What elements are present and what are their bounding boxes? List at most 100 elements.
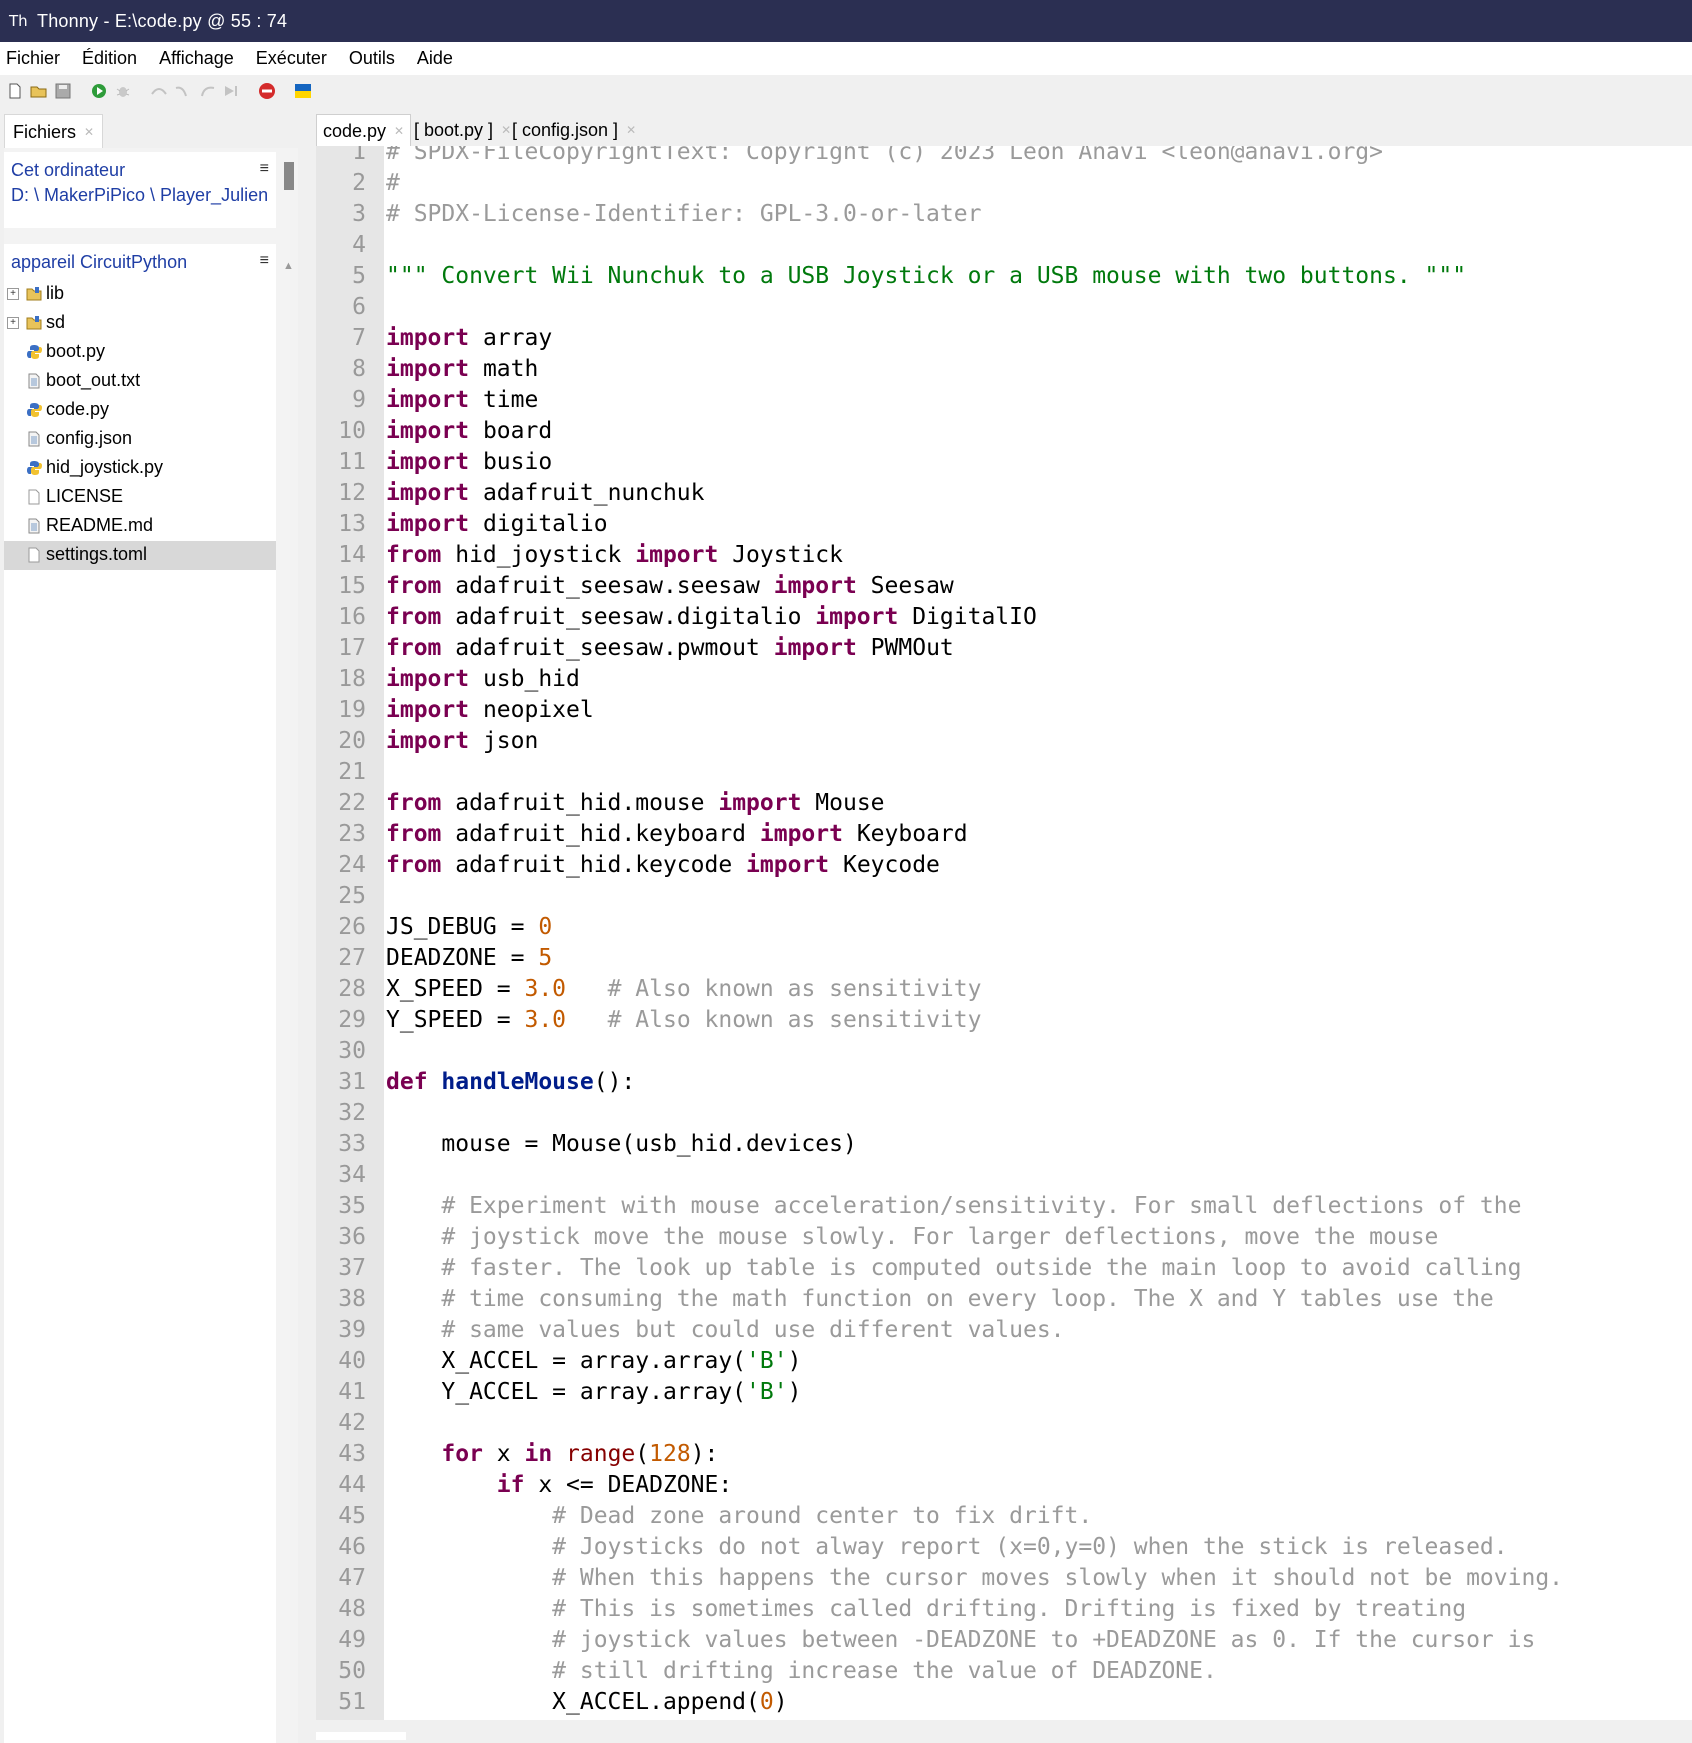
code-line[interactable]: from adafruit_hid.keycode import Keycode [386, 850, 940, 881]
close-icon[interactable]: ✕ [626, 123, 636, 137]
code-token: x [482, 1441, 525, 1467]
code-token: Joystick [718, 542, 843, 568]
tree-item-license[interactable]: LICENSE [4, 483, 276, 512]
tab-boot-py[interactable]: [ boot.py ] ✕ [408, 114, 517, 146]
code-line[interactable]: # Experiment with mouse acceleration/sen… [386, 1191, 1521, 1222]
code-line[interactable]: from adafruit_hid.mouse import Mouse [386, 788, 885, 819]
scrollbar-thumb[interactable] [316, 1732, 406, 1740]
menu-edition[interactable]: Édition [76, 48, 148, 69]
save-icon[interactable] [54, 82, 72, 100]
code-line[interactable]: # [386, 168, 400, 199]
stop-icon[interactable] [258, 82, 276, 100]
code-editor[interactable]: 1 2 3 4 5 6 7 8 9 10 11 12 13 14 15 16 17 18 19 20 21 22 23 24 2… [316, 146, 1692, 1720]
code-token: for [441, 1441, 483, 1467]
menu-executer[interactable]: Exécuter [250, 48, 338, 69]
menu-fichier[interactable]: Fichier [0, 48, 71, 69]
menu-aide[interactable]: Aide [411, 48, 464, 69]
tree-item-sd[interactable]: + sd [4, 309, 276, 338]
tab-fichiers[interactable]: Fichiers ✕ [4, 114, 104, 149]
code-line[interactable]: import neopixel [386, 695, 594, 726]
code-line[interactable]: """ Convert Wii Nunchuk to a USB Joystic… [386, 261, 1466, 292]
code-line[interactable]: from hid_joystick import Joystick [386, 540, 843, 571]
code-line[interactable]: import digitalio [386, 509, 608, 540]
scroll-up-arrow-icon[interactable]: ▲ [283, 260, 294, 272]
tree-item-boot-out-txt[interactable]: boot_out.txt [4, 367, 276, 396]
code-line[interactable]: X_ACCEL = array.array('B') [386, 1346, 801, 1377]
code-line[interactable]: mouse = Mouse(usb_hid.devices) [386, 1129, 856, 1160]
code-line[interactable]: import math [386, 354, 538, 385]
new-file-icon[interactable] [6, 82, 24, 100]
code-line[interactable]: Y_SPEED = 3.0 # Also known as sensitivit… [386, 1005, 981, 1036]
close-icon[interactable]: ✕ [84, 125, 94, 139]
tree-item-readme-md[interactable]: README.md [4, 512, 276, 541]
tree-item-code-py[interactable]: code.py [4, 396, 276, 425]
open-file-icon[interactable] [30, 82, 48, 100]
computer-path[interactable]: D: \ MakerPiPico \ Player_Julien [11, 185, 268, 206]
hamburger-menu-icon[interactable]: ≡ [260, 252, 269, 270]
code-line[interactable]: # Joysticks do not alway report (x=0,y=0… [386, 1532, 1507, 1563]
code-line[interactable]: # SPDX-FileCopyrightText: Copyright (c) … [386, 146, 1383, 168]
step-into-icon[interactable] [174, 82, 192, 100]
ukraine-flag-icon[interactable] [294, 82, 312, 100]
expand-icon[interactable]: + [7, 288, 19, 300]
code-line[interactable]: import array [386, 323, 552, 354]
computer-title[interactable]: Cet ordinateur [11, 160, 125, 181]
code-line[interactable]: from adafruit_seesaw.digitalio import Di… [386, 602, 1037, 633]
code-line[interactable]: # This is sometimes called drifting. Dri… [386, 1594, 1466, 1625]
debug-icon[interactable] [114, 82, 132, 100]
resume-icon[interactable] [222, 82, 240, 100]
tree-item-lib[interactable]: + lib [4, 280, 276, 309]
hamburger-menu-icon[interactable]: ≡ [260, 160, 269, 178]
code-line[interactable]: DEADZONE = 5 [386, 943, 552, 974]
code-line[interactable]: import time [386, 385, 538, 416]
code-line[interactable]: import json [386, 726, 538, 757]
code-line[interactable]: # SPDX-License-Identifier: GPL-3.0-or-la… [386, 199, 981, 230]
code-token: adafruit_seesaw.digitalio [441, 604, 816, 630]
code-line[interactable]: # joystick values between -DEADZONE to +… [386, 1625, 1535, 1656]
code-line[interactable]: from adafruit_seesaw.seesaw import Seesa… [386, 571, 954, 602]
code-line[interactable]: JS_DEBUG = 0 [386, 912, 552, 943]
code-line[interactable]: import adafruit_nunchuk [386, 478, 705, 509]
code-line[interactable]: # Dead zone around center to fix drift. [386, 1501, 1092, 1532]
code-line[interactable]: # faster. The look up table is computed … [386, 1253, 1521, 1284]
code-token: Keyboard [842, 821, 968, 847]
line-number: 21 [338, 759, 366, 785]
code-token: math [469, 356, 539, 382]
code-token: 5 [538, 945, 553, 971]
code-line[interactable]: # time consuming the math function on ev… [386, 1284, 1493, 1315]
close-icon[interactable]: ✕ [394, 124, 404, 138]
code-area[interactable]: # SPDX-FileCopyrightText: Copyright (c) … [386, 146, 1692, 1720]
scrollbar-thumb[interactable] [284, 162, 294, 190]
code-line[interactable]: import busio [386, 447, 552, 478]
tree-item-config-json[interactable]: config.json [4, 425, 276, 454]
code-line[interactable]: from adafruit_hid.keyboard import Keyboa… [386, 819, 968, 850]
tab-config-json[interactable]: [ config.json ] ✕ [506, 114, 642, 146]
step-out-icon[interactable] [198, 82, 216, 100]
code-line[interactable]: for x in range(128): [386, 1439, 718, 1470]
code-line[interactable]: X_ACCEL.append(0) [386, 1687, 787, 1718]
step-over-icon[interactable] [150, 82, 168, 100]
code-line[interactable]: # When this happens the cursor moves slo… [386, 1563, 1563, 1594]
code-line[interactable]: # still drifting increase the value of D… [386, 1656, 1217, 1687]
run-icon[interactable] [90, 82, 108, 100]
code-token: 0 [538, 914, 553, 940]
menu-affichage[interactable]: Affichage [153, 48, 245, 69]
code-line[interactable]: if x <= DEADZONE: [386, 1470, 732, 1501]
code-line[interactable]: # joystick move the mouse slowly. For la… [386, 1222, 1438, 1253]
code-line[interactable]: from adafruit_seesaw.pwmout import PWMOu… [386, 633, 954, 664]
menu-outils[interactable]: Outils [343, 48, 406, 69]
code-line[interactable]: # same values but could use different va… [386, 1315, 1064, 1346]
code-line[interactable]: X_SPEED = 3.0 # Also known as sensitivit… [386, 974, 981, 1005]
tree-item-settings-toml[interactable]: settings.toml [4, 541, 276, 570]
code-line[interactable]: Y_ACCEL = array.array('B') [386, 1377, 801, 1408]
code-line[interactable]: def handleMouse(): [386, 1067, 635, 1098]
horizontal-scrollbar[interactable] [316, 1720, 1692, 1743]
code-line[interactable]: import board [386, 416, 552, 447]
tree-item-hid-joystick-py[interactable]: hid_joystick.py [4, 454, 276, 483]
code-token: import [386, 325, 470, 351]
code-line[interactable]: import usb_hid [386, 664, 580, 695]
tree-item-boot-py[interactable]: boot.py [4, 338, 276, 367]
tab-code-py[interactable]: code.py ✕ [316, 114, 412, 147]
expand-icon[interactable]: + [7, 317, 19, 329]
